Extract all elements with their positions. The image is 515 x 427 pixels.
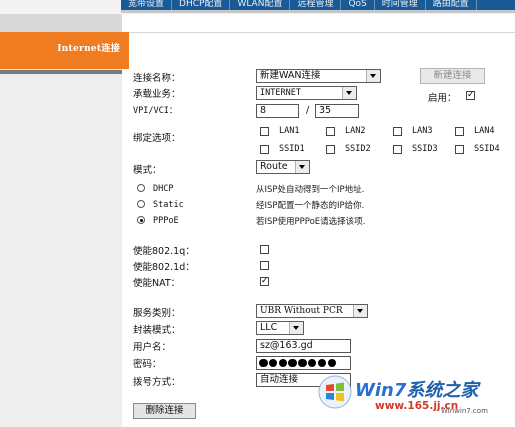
mode-label: 模式： (133, 165, 162, 176)
static-radio[interactable] (137, 200, 145, 208)
content-top-border (129, 32, 515, 33)
watermark-url-secondary: Winwin7.com (441, 407, 488, 415)
dial-mode-label: 拨号方式： (133, 377, 181, 388)
encapsulation-select[interactable]: LLC (256, 321, 304, 335)
enable-8021d-label: 使能802.1d： (133, 262, 195, 273)
vpi-vci-label: VPI/VCI： (133, 106, 178, 116)
password-input[interactable] (256, 356, 351, 370)
bind-options-label: 绑定选项： (133, 133, 181, 144)
enable-nat-label: 使能NAT： (133, 278, 181, 289)
chevron-down-icon (289, 322, 303, 334)
nav-divider (121, 10, 515, 13)
sidebar-header (0, 14, 122, 32)
password-label: 密码： (133, 359, 162, 370)
bind-option-label: SSID3 (412, 144, 438, 154)
bind-option-label: LAN2 (345, 126, 366, 136)
pppoe-radio[interactable] (137, 216, 145, 224)
bind-option-label: SSID2 (345, 144, 371, 154)
service-class-label: 服务类别： (133, 308, 181, 319)
pppoe-label: PPPoE (153, 216, 179, 226)
watermark-title: Win7系统之家 (355, 376, 478, 402)
chevron-down-icon (353, 305, 367, 317)
windows-logo-icon (318, 375, 352, 409)
service-class-select[interactable]: UBR Without PCR (256, 304, 368, 318)
bind-option-label: LAN4 (474, 126, 495, 136)
watermark-title-a: Win7 (355, 380, 407, 401)
dhcp-description: 从ISP处自动得到一个IP地址. (256, 185, 365, 195)
chevron-down-icon (295, 161, 309, 173)
bind-option-checkbox[interactable] (260, 145, 269, 154)
bind-option-label: LAN3 (412, 126, 433, 136)
connection-name-label: 连接名称： (133, 73, 181, 84)
bind-option-checkbox[interactable] (393, 145, 402, 154)
service-select[interactable]: INTERNET (256, 86, 357, 100)
top-nav-bar: 宽带设置 DHCP配置 WLAN配置 远程管理 QoS 时间管理 路由配置 (0, 0, 515, 14)
username-input[interactable]: sz@163.gd (256, 339, 351, 353)
service-class-value: UBR Without PCR (260, 306, 343, 316)
enable-8021q-checkbox[interactable] (260, 245, 269, 254)
new-connection-button[interactable]: 新建连接 (420, 68, 485, 84)
tab-qos[interactable]: QoS (341, 0, 375, 10)
connection-name-select[interactable]: 新建WAN连接 (256, 69, 381, 83)
vci-input[interactable]: 35 (315, 104, 359, 118)
username-label: 用户名： (133, 342, 172, 353)
sidebar-item-internet[interactable]: Internet连接 (0, 32, 129, 69)
tab-route[interactable]: 路由配置 (426, 0, 477, 10)
vpi-vci-separator: / (306, 105, 310, 116)
bind-option-checkbox[interactable] (326, 145, 335, 154)
dhcp-radio[interactable] (137, 184, 145, 192)
dhcp-label: DHCP (153, 184, 174, 194)
enable-nat-checkbox[interactable] (260, 275, 269, 287)
tab-wlan[interactable]: WLAN配置 (230, 0, 291, 10)
delete-connection-button[interactable]: 删除连接 (133, 403, 196, 419)
password-mask-dot (327, 358, 337, 368)
connection-name-value: 新建WAN连接 (260, 70, 321, 81)
chevron-down-icon (342, 87, 356, 99)
service-label: 承载业务： (133, 89, 181, 100)
enable-label: 启用： (428, 93, 457, 104)
watermark-title-b: 系统之家 (406, 380, 479, 401)
static-label: Static (153, 200, 184, 210)
sidebar-divider (0, 70, 122, 74)
password-mask-dot (278, 358, 288, 368)
nav-tabs: 宽带设置 DHCP配置 WLAN配置 远程管理 QoS 时间管理 路由配置 (121, 0, 515, 10)
enable-8021d-checkbox[interactable] (260, 261, 269, 270)
tab-broadband[interactable]: 宽带设置 (121, 0, 173, 10)
bind-option-checkbox[interactable] (393, 127, 402, 136)
password-mask-dot (288, 358, 297, 368)
pppoe-description: 若ISP使用PPPoE请选择该项. (256, 217, 366, 227)
bind-option-checkbox[interactable] (326, 127, 335, 136)
password-mask-dot (259, 358, 268, 368)
password-mask-dot (317, 358, 327, 368)
bind-option-checkbox[interactable] (455, 145, 464, 154)
password-mask-dot (268, 358, 278, 368)
sidebar: Internet连接 (0, 14, 129, 427)
tab-remote[interactable]: 远程管理 (290, 0, 342, 10)
bind-option-label: SSID1 (279, 144, 305, 154)
mode-select[interactable]: Route (256, 160, 310, 174)
enable-checkbox[interactable] (466, 89, 475, 101)
static-description: 经ISP配置一个静态的IP给你. (256, 201, 365, 211)
password-mask-dot (298, 358, 307, 368)
sidebar-item-label[interactable]: Internet连接 (57, 41, 120, 54)
bind-option-checkbox[interactable] (260, 127, 269, 136)
vpi-input[interactable]: 8 (256, 104, 299, 118)
chevron-down-icon (366, 70, 380, 82)
encapsulation-label: 封装模式： (133, 325, 181, 336)
bind-option-label: SSID4 (474, 144, 500, 154)
bind-option-checkbox[interactable] (455, 127, 464, 136)
password-mask-dot (307, 358, 317, 368)
enable-8021q-label: 使能802.1q： (133, 246, 195, 257)
bind-option-label: LAN1 (279, 126, 300, 136)
tab-time[interactable]: 时间管理 (375, 0, 426, 10)
tab-dhcp[interactable]: DHCP配置 (172, 0, 231, 10)
